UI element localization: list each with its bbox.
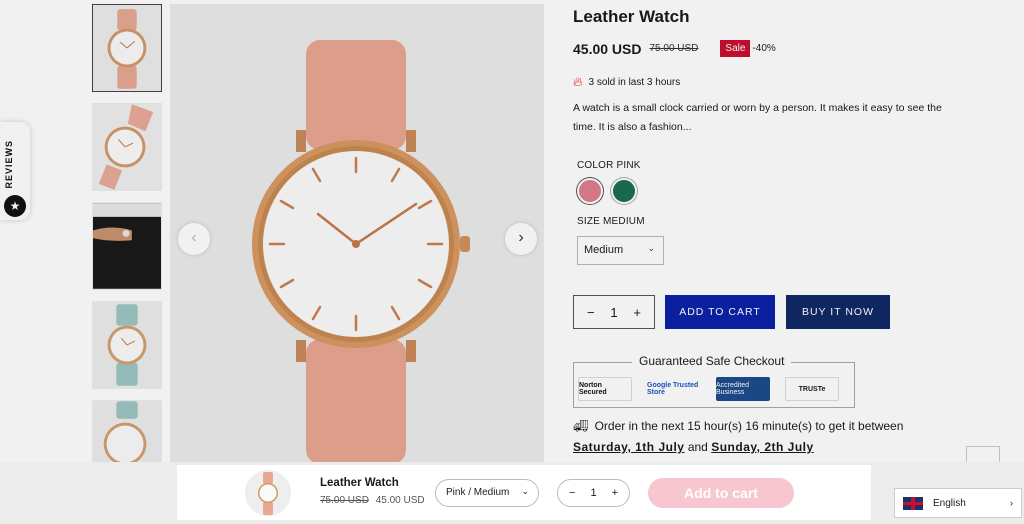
sticky-quantity-stepper[interactable]: − 1 +: [557, 479, 630, 507]
watch-thumbnail-image: [93, 203, 161, 289]
color-swatch-green[interactable]: [611, 178, 637, 204]
sticky-variant-select[interactable]: Pink / Medium ⌄: [435, 479, 539, 507]
minus-icon[interactable]: −: [569, 487, 575, 499]
color-label: COLOR PINK: [577, 160, 641, 171]
size-select[interactable]: Medium ⌄: [577, 236, 664, 265]
color-swatch-pink[interactable]: [577, 178, 603, 204]
sticky-variant-value: Pink / Medium: [446, 487, 510, 498]
watch-thumbnail-image: [93, 104, 161, 190]
compare-price: 75.00 USD: [649, 43, 699, 54]
product-description: A watch is a small clock carried or worn…: [573, 102, 942, 133]
sticky-add-to-cart-bar: Leather Watch 75.00 USD 45.00 USD Pink /…: [177, 465, 871, 520]
reviews-tab[interactable]: REVIEWS ★: [0, 122, 30, 220]
minus-icon[interactable]: −: [587, 305, 595, 320]
delivery-end-date: Sunday, 2th July: [711, 440, 814, 454]
sticky-quantity-value[interactable]: 1: [590, 487, 596, 499]
delivery-and: and: [687, 440, 708, 454]
buy-now-button[interactable]: BUY IT NOW: [786, 295, 890, 329]
sticky-add-to-cart-button[interactable]: Add to cart: [648, 478, 794, 508]
watch-thumbnail-image: [245, 470, 291, 516]
chevron-down-icon: ⌄: [521, 486, 529, 496]
plus-icon[interactable]: +: [612, 487, 618, 499]
product-page: REVIEWS ★ ‹ › Leather Watch 45.00 USD 75…: [0, 0, 1024, 524]
watch-thumbnail-image: [93, 302, 161, 388]
price-row: 45.00 USD 75.00 USD Sale -40%: [573, 40, 776, 57]
plus-icon[interactable]: +: [633, 305, 641, 320]
sticky-product-thumbnail: [245, 470, 291, 516]
color-swatches: [577, 178, 645, 204]
safe-checkout-box: Guaranteed Safe Checkout Norton Secured …: [573, 354, 855, 408]
thumbnail-1[interactable]: [92, 4, 162, 92]
size-label: SIZE MEDIUM: [577, 216, 645, 227]
product-main-image: [170, 4, 544, 464]
chevron-right-icon: ›: [518, 229, 524, 246]
google-trusted-store-badge: Google Trusted Store: [647, 377, 701, 401]
quantity-stepper[interactable]: − 1 +: [573, 295, 655, 329]
sold-text: 3 sold in last 3 hours: [588, 76, 681, 88]
chevron-left-icon: ‹: [191, 229, 197, 246]
chevron-right-icon: ›: [1010, 498, 1013, 508]
add-to-cart-button[interactable]: ADD TO CART: [665, 295, 775, 329]
sticky-product-title: Leather Watch: [320, 477, 399, 489]
sold-counter: 🔥︎ 3 sold in last 3 hours: [573, 74, 680, 90]
product-price: 45.00 USD: [573, 40, 642, 57]
language-selector[interactable]: English ›: [894, 488, 1022, 518]
delivery-start-date: Saturday, 1th July: [573, 440, 685, 454]
flame-icon: 🔥︎: [573, 74, 583, 89]
truste-badge: TRUSTe: [785, 377, 839, 401]
sticky-new-price: 45.00 USD: [375, 495, 425, 506]
reviews-tab-label: REVIEWS: [4, 140, 14, 189]
size-select-value: Medium: [584, 244, 624, 256]
delivery-estimate: 🚚︎ Order in the next 15 hour(s) 16 minut…: [573, 416, 943, 458]
thumbnail-list: [92, 4, 162, 499]
language-label: English: [933, 497, 966, 509]
accredited-business-badge: Accredited Business: [716, 377, 770, 401]
thumbnail-2[interactable]: [92, 103, 162, 191]
delivery-prefix: Order in the next 15 hour(s) 16 minute(s…: [594, 419, 904, 433]
sticky-old-price: 75.00 USD: [320, 495, 369, 506]
thumbnail-4[interactable]: [92, 301, 162, 389]
sale-badge: Sale: [720, 40, 751, 57]
product-title: Leather Watch: [573, 7, 690, 26]
gallery-next-button[interactable]: ›: [505, 223, 537, 255]
leather-watch-image: [170, 4, 544, 464]
gallery-prev-button[interactable]: ‹: [178, 223, 210, 255]
safe-checkout-title: Guaranteed Safe Checkout: [632, 354, 792, 368]
chevron-down-icon: ⌄: [647, 243, 655, 253]
truck-icon: 🚚︎: [573, 419, 589, 433]
thumbnail-3[interactable]: [92, 202, 162, 290]
discount-percent: -40%: [752, 43, 776, 54]
quantity-value[interactable]: 1: [610, 305, 617, 320]
uk-flag-icon: [903, 496, 923, 510]
star-icon: ★: [4, 195, 26, 217]
watch-thumbnail-image: [93, 5, 161, 91]
sticky-prices: 75.00 USD 45.00 USD: [320, 495, 425, 506]
norton-badge: Norton Secured: [578, 377, 632, 401]
trust-badges: Norton Secured Google Trusted Store Accr…: [578, 377, 854, 401]
